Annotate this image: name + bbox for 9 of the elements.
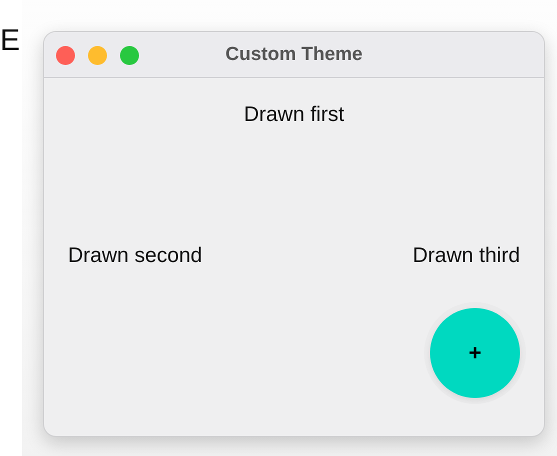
window-control-button[interactable] xyxy=(88,46,107,65)
edge-letter: E xyxy=(0,23,22,59)
add-button[interactable]: + xyxy=(430,308,520,398)
window-title: Custom Theme xyxy=(225,44,363,66)
label-text: Drawn second xyxy=(68,244,202,268)
window-control-button[interactable] xyxy=(120,46,139,65)
label-text: Drawn third xyxy=(412,244,520,268)
window-control-button[interactable] xyxy=(56,46,75,65)
label-text: Drawn first xyxy=(244,103,344,127)
